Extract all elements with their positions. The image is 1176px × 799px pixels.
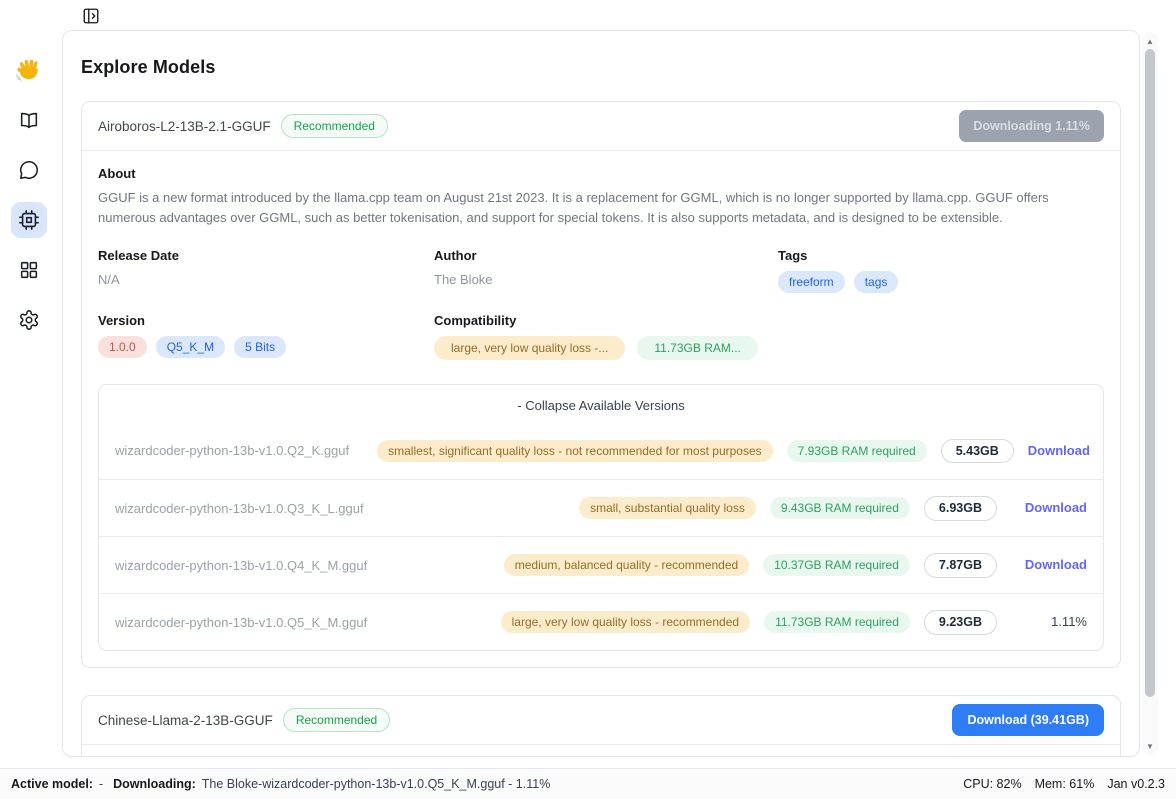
top-bar bbox=[0, 0, 1176, 30]
book-icon bbox=[18, 109, 40, 131]
available-versions-box: - Collapse Available Versions wizardcode… bbox=[98, 384, 1104, 651]
model-title: Chinese-Llama-2-13B-GGUF bbox=[98, 713, 273, 728]
downloading-value: The Bloke-wizardcoder-python-13b-v1.0.Q5… bbox=[202, 777, 551, 791]
model-version-row: wizardcoder-python-13b-v1.0.Q4_K_M.gguf … bbox=[99, 536, 1103, 593]
quantization-pill: Q5_K_M bbox=[156, 336, 225, 358]
main-panel: Explore Models Airoboros-L2-13B-2.1-GGUF… bbox=[62, 30, 1140, 757]
ram-pill: 9.43GB RAM required bbox=[770, 497, 910, 519]
model-card-body: About GGUF is a new format introduced by… bbox=[82, 151, 1120, 667]
sidebar-item-plugins[interactable] bbox=[11, 252, 47, 288]
sidebar-item-guides[interactable] bbox=[11, 102, 47, 138]
recommended-badge: Recommended bbox=[283, 708, 390, 732]
model-version-row: wizardcoder-python-13b-v1.0.Q5_K_M.gguf … bbox=[99, 593, 1103, 650]
vertical-scrollbar[interactable]: ▲ ▼ bbox=[1142, 32, 1158, 755]
version-pill: 1.0.0 bbox=[98, 336, 147, 358]
model-version-row: wizardcoder-python-13b-v1.0.Q3_K_L.gguf … bbox=[99, 479, 1103, 536]
sidebar-item-chat[interactable] bbox=[11, 152, 47, 188]
bits-pill: 5 Bits bbox=[234, 336, 286, 358]
sidebar-toggle-button[interactable] bbox=[82, 7, 100, 25]
download-percent-text: 1.11% bbox=[1051, 614, 1087, 629]
download-link[interactable]: Download bbox=[1025, 500, 1087, 515]
download-link[interactable]: Download bbox=[1028, 443, 1090, 458]
wave-hand-icon bbox=[16, 57, 42, 83]
tag-pill: freeform bbox=[778, 271, 845, 293]
version-block: Version 1.0.0 Q5_K_M 5 Bits bbox=[98, 313, 434, 360]
version-file-name: wizardcoder-python-13b-v1.0.Q4_K_M.gguf bbox=[115, 558, 367, 573]
quality-pill: medium, balanced quality - recommended bbox=[504, 554, 749, 576]
file-size-pill: 9.23GB bbox=[924, 610, 997, 635]
app-logo bbox=[11, 52, 47, 88]
download-model-button[interactable]: Download (39.41GB) bbox=[952, 704, 1104, 736]
app-window: Explore Models Airoboros-L2-13B-2.1-GGUF… bbox=[0, 0, 1176, 799]
compatibility-block: Compatibility large, very low quality lo… bbox=[434, 313, 1104, 360]
model-card-airoboros: Airoboros-L2-13B-2.1-GGUF Recommended Do… bbox=[81, 101, 1121, 668]
version-file-name: wizardcoder-python-13b-v1.0.Q5_K_M.gguf bbox=[115, 615, 367, 630]
compatibility-label: Compatibility bbox=[434, 313, 1104, 328]
page-title: Explore Models bbox=[81, 57, 1121, 78]
author-value: The Bloke bbox=[434, 272, 778, 287]
app-version: Jan v0.2.3 bbox=[1107, 777, 1165, 791]
model-card-body: About bbox=[82, 745, 1120, 757]
tag-pill: tags bbox=[854, 271, 899, 293]
tags-label: Tags bbox=[778, 248, 1104, 263]
model-card-chinese-llama: Chinese-Llama-2-13B-GGUF Recommended Dow… bbox=[81, 695, 1121, 757]
scroll-down-arrow[interactable]: ▼ bbox=[1142, 739, 1158, 753]
grid-icon bbox=[18, 259, 40, 281]
download-link[interactable]: Download bbox=[1025, 557, 1087, 572]
collapse-available-versions-toggle[interactable]: - Collapse Available Versions bbox=[99, 385, 1103, 422]
recommended-badge: Recommended bbox=[281, 114, 388, 138]
quality-pill: smallest, significant quality loss - not… bbox=[377, 440, 773, 462]
status-right: CPU: 82% Mem: 61% Jan v0.2.3 bbox=[963, 777, 1165, 791]
downloading-progress-button[interactable]: Downloading 1.11% bbox=[959, 110, 1104, 142]
chat-bubble-icon bbox=[18, 159, 40, 181]
release-date-label: Release Date bbox=[98, 248, 434, 263]
downloading-label: Downloading: bbox=[113, 777, 196, 791]
scrollbar-thumb[interactable] bbox=[1145, 49, 1155, 697]
sidebar bbox=[0, 30, 58, 768]
ram-pill: 7.93GB RAM required bbox=[787, 440, 927, 462]
version-file-name: wizardcoder-python-13b-v1.0.Q2_K.gguf bbox=[115, 443, 349, 458]
file-size-pill: 7.87GB bbox=[924, 553, 997, 578]
gear-icon bbox=[18, 309, 40, 331]
model-title: Airoboros-L2-13B-2.1-GGUF bbox=[98, 119, 271, 134]
version-file-name: wizardcoder-python-13b-v1.0.Q3_K_L.gguf bbox=[115, 501, 364, 516]
model-card-header: Airoboros-L2-13B-2.1-GGUF Recommended Do… bbox=[82, 102, 1120, 151]
tags-block: Tags freeform tags bbox=[778, 248, 1104, 293]
version-label: Version bbox=[98, 313, 434, 328]
status-bar: Active model: - Downloading: The Bloke-w… bbox=[0, 768, 1176, 799]
sidebar-item-explore-models[interactable] bbox=[11, 202, 47, 238]
model-version-row: wizardcoder-python-13b-v1.0.Q2_K.gguf sm… bbox=[99, 422, 1103, 479]
active-model-label: Active model: bbox=[11, 777, 93, 791]
status-left: Active model: - Downloading: The Bloke-w… bbox=[11, 777, 550, 791]
scroll-up-arrow[interactable]: ▲ bbox=[1142, 34, 1158, 48]
author-label: Author bbox=[434, 248, 778, 263]
file-size-pill: 5.43GB bbox=[941, 439, 1014, 464]
file-size-pill: 6.93GB bbox=[924, 496, 997, 521]
model-card-header: Chinese-Llama-2-13B-GGUF Recommended Dow… bbox=[82, 696, 1120, 745]
ram-pill: 11.73GB RAM... bbox=[637, 336, 757, 360]
about-text: GGUF is a new format introduced by the l… bbox=[98, 188, 1104, 228]
release-date-value: N/A bbox=[98, 272, 434, 287]
quality-pill: small, substantial quality loss bbox=[579, 497, 756, 519]
ram-pill: 11.73GB RAM required bbox=[764, 611, 910, 633]
active-model-value: - bbox=[99, 777, 103, 791]
sidebar-item-settings[interactable] bbox=[11, 302, 47, 338]
memory-usage: Mem: 61% bbox=[1035, 777, 1095, 791]
release-date-block: Release Date N/A bbox=[98, 248, 434, 293]
panel-toggle-icon bbox=[82, 13, 100, 28]
quality-pill: large, very low quality loss - recommend… bbox=[501, 611, 750, 633]
about-label: About bbox=[98, 166, 1104, 181]
quality-pill: large, very low quality loss -... bbox=[434, 336, 625, 360]
ram-pill: 10.37GB RAM required bbox=[763, 554, 910, 576]
author-block: Author The Bloke bbox=[434, 248, 778, 293]
cpu-chip-icon bbox=[18, 209, 40, 231]
cpu-usage: CPU: 82% bbox=[963, 777, 1021, 791]
